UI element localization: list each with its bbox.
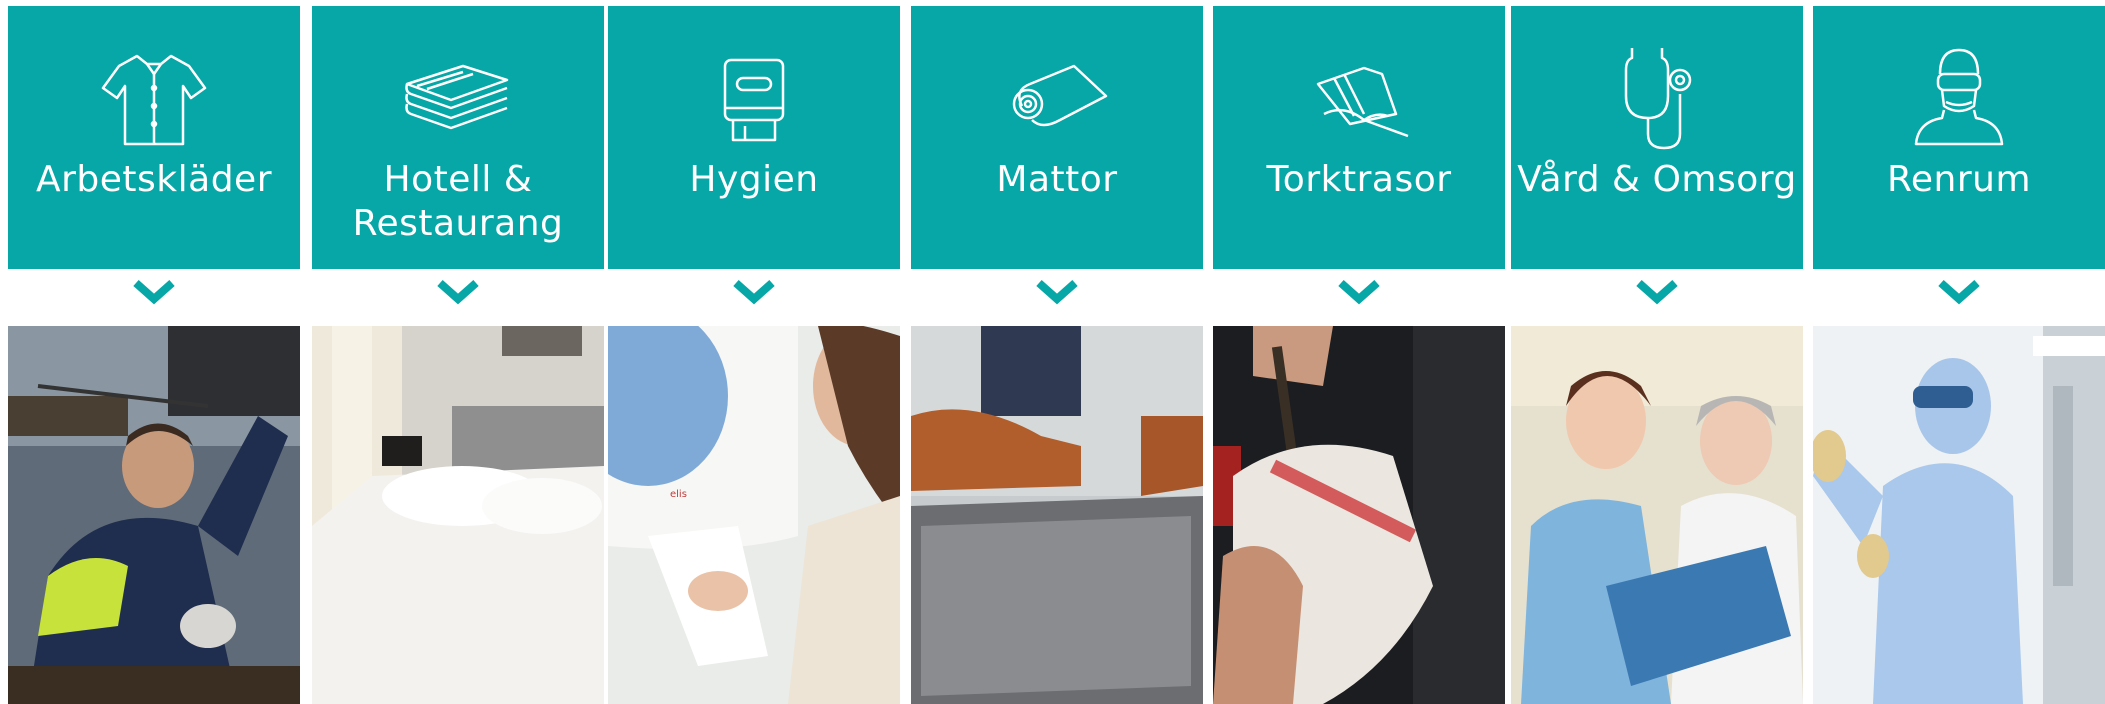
category-tile[interactable]: Torktrasor: [1213, 6, 1505, 269]
category-label: Torktrasor: [1266, 159, 1452, 200]
chevron-down-icon[interactable]: [1937, 278, 1981, 306]
nurses-photo: [1511, 326, 1803, 704]
category-hygien[interactable]: Hygien elis: [608, 0, 900, 704]
category-vard-omsorg[interactable]: Vård & Omsorg: [1511, 0, 1803, 704]
category-torktrasor[interactable]: Torktrasor: [1213, 0, 1505, 704]
chevron-down-icon[interactable]: [1035, 278, 1079, 306]
stethoscope-icon: [1624, 48, 1692, 150]
chevron-down-icon[interactable]: [1337, 278, 1381, 306]
category-label: Hotell & Restaurang: [352, 159, 564, 244]
shirt-icon: [101, 54, 207, 146]
brand-text: elis: [670, 489, 687, 500]
cleanroom-photo: [1813, 326, 2105, 704]
dispenser-icon: [723, 58, 785, 142]
mat-roll-icon: [1012, 64, 1108, 127]
hotel-bed-photo: [312, 326, 604, 704]
wiping-cloth-photo: [1213, 326, 1505, 704]
category-label: Arbetskläder: [35, 159, 272, 200]
towel-dispenser-photo: elis: [608, 326, 900, 704]
category-label: Renrum: [1886, 159, 2032, 200]
category-tile[interactable]: Mattor: [911, 6, 1203, 269]
chevron-down-icon[interactable]: [732, 278, 776, 306]
category-mattor[interactable]: Mattor: [911, 0, 1203, 704]
category-tile[interactable]: Arbetskläder: [8, 6, 300, 269]
chevron-down-icon[interactable]: [132, 278, 176, 306]
category-tile[interactable]: Hotell & Restaurang: [312, 6, 604, 269]
doormat-photo: [911, 326, 1203, 704]
category-tile[interactable]: Renrum: [1813, 6, 2105, 269]
category-tile[interactable]: Hygien: [608, 6, 900, 269]
chevron-down-icon[interactable]: [1635, 278, 1679, 306]
category-label: Hygien: [689, 159, 819, 200]
category-arbetsklader[interactable]: Arbetskläder: [8, 0, 300, 704]
category-hotell-restaurang[interactable]: Hotell & Restaurang: [312, 0, 604, 704]
wiping-cloth-icon: [1316, 66, 1409, 138]
cleanroom-suit-icon: [1914, 48, 2004, 146]
towels-icon: [405, 64, 509, 130]
category-label: Vård & Omsorg: [1517, 159, 1797, 200]
category-renrum[interactable]: Renrum: [1813, 0, 2105, 704]
category-tile[interactable]: Vård & Omsorg: [1511, 6, 1803, 269]
chevron-down-icon[interactable]: [436, 278, 480, 306]
category-label: Mattor: [996, 159, 1118, 200]
worker-photo: [8, 326, 300, 704]
